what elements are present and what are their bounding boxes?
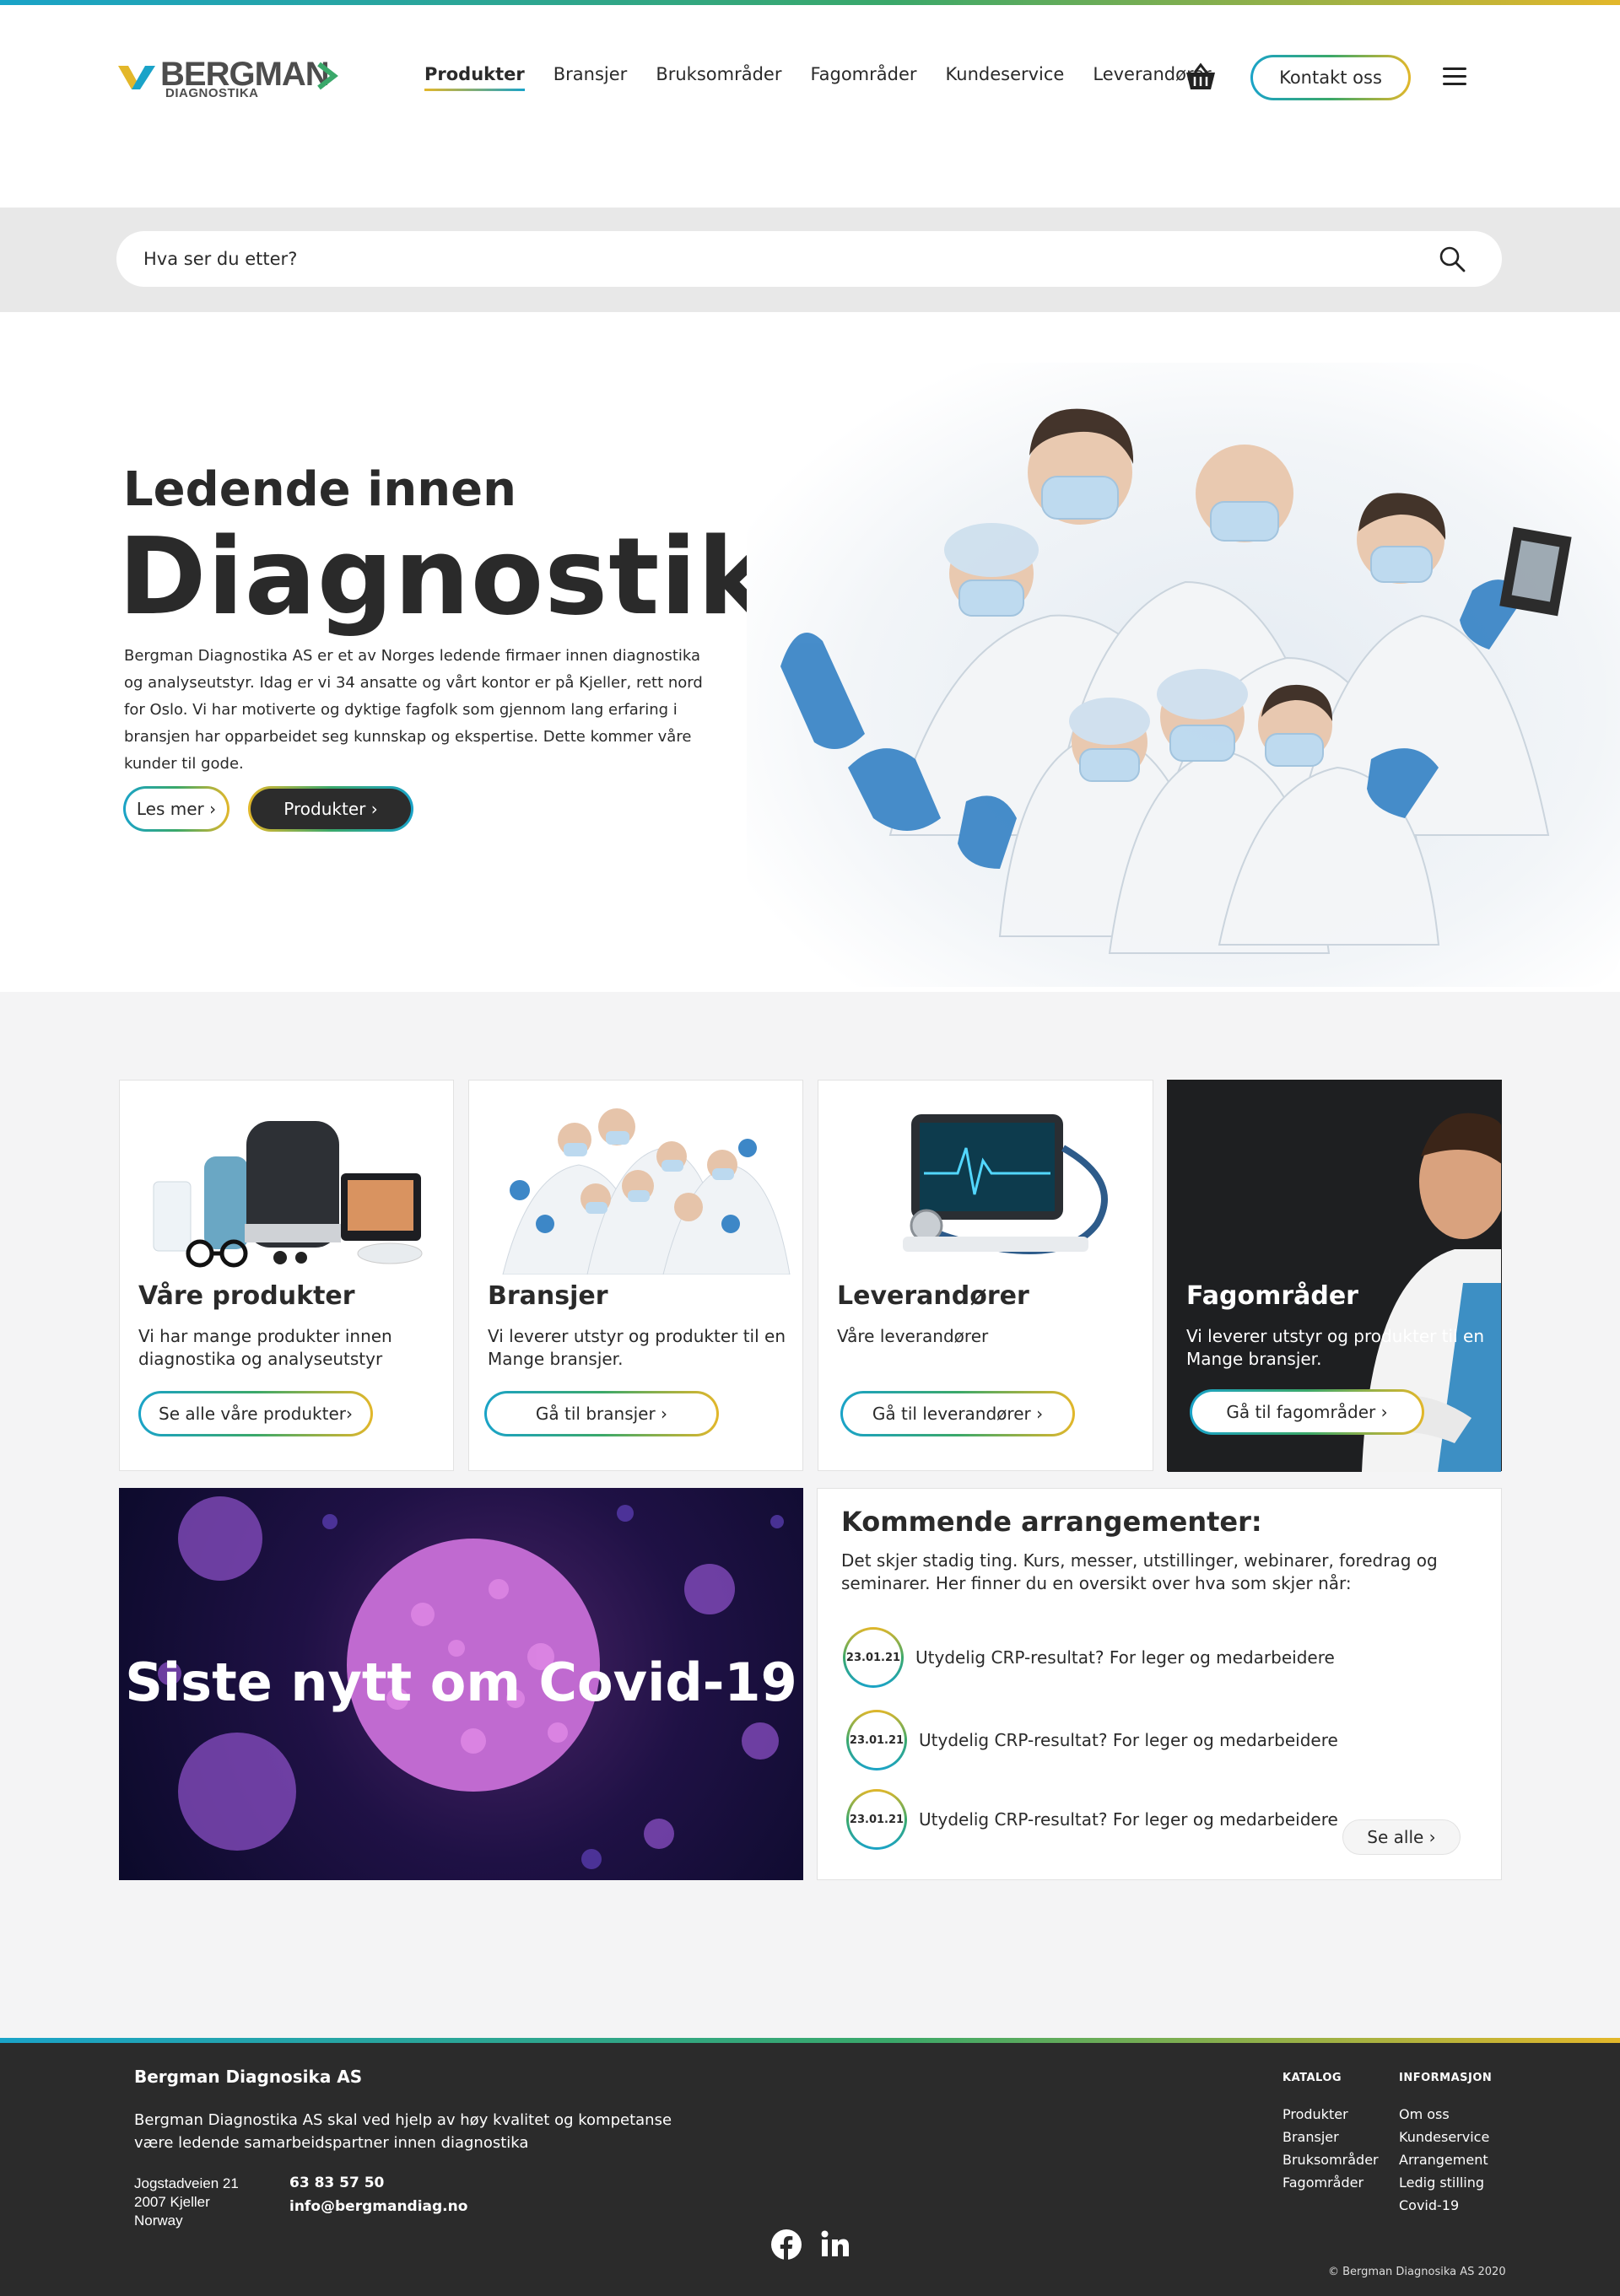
go-to-industries-button[interactable]: Gå til bransjer › <box>484 1391 719 1436</box>
logo-chevron-icon <box>317 62 338 90</box>
footer: Bergman Diagnosika AS Bergman Diagnostik… <box>0 2043 1620 2296</box>
search-icon[interactable] <box>1438 245 1466 273</box>
card-title: Fagområder <box>1186 1281 1358 1311</box>
nav-kundeservice[interactable]: Kundeservice <box>946 64 1065 91</box>
suppliers-tablet-stethoscope-image <box>818 1081 1153 1275</box>
see-all-products-button[interactable]: Se alle våre produkter› <box>138 1391 373 1436</box>
card-text: Våre leverandører <box>837 1326 989 1346</box>
top-accent-line <box>0 0 1620 5</box>
card-title: Leverandører <box>837 1281 1029 1311</box>
contact-button[interactable]: Kontakt oss <box>1250 55 1411 100</box>
event-item[interactable]: 23.01.21 Utydelig CRP-resultat? For lege… <box>846 1787 1338 1851</box>
footer-phone[interactable]: 63 83 57 50 <box>289 2171 467 2195</box>
card-title: Våre produkter <box>138 1281 355 1311</box>
industries-team-image <box>469 1081 802 1275</box>
address-line: Jogstadveien 21 <box>134 2175 239 2191</box>
card-products[interactable]: Våre produkter Vi har mange produkter in… <box>119 1080 454 1471</box>
events-panel: Kommende arrangementer: Det skjer stadig… <box>817 1488 1502 1880</box>
nav-fagomrader[interactable]: Fagområder <box>810 64 916 91</box>
footer-link-kundeservice[interactable]: Kundeservice <box>1399 2126 1492 2148</box>
menu-icon[interactable] <box>1443 67 1466 88</box>
footer-link-arrangement[interactable]: Arrangement <box>1399 2148 1492 2171</box>
event-title: Utydelig CRP-resultat? For leger og meda… <box>919 1730 1338 1750</box>
events-title: Kommende arrangementer: <box>841 1506 1262 1538</box>
hero-text: Bergman Diagnostika AS er et av Norges l… <box>124 647 703 773</box>
card-title: Bransjer <box>488 1281 608 1311</box>
footer-link-bransjer[interactable]: Bransjer <box>1282 2126 1379 2148</box>
nav-produkter[interactable]: Produkter <box>424 64 525 91</box>
event-title: Utydelig CRP-resultat? For leger og meda… <box>915 1647 1335 1668</box>
basket-icon[interactable] <box>1185 62 1217 91</box>
hero-image-medical-team <box>747 363 1620 987</box>
address-line: 2007 Kjeller <box>134 2194 210 2210</box>
footer-info-title: INFORMASJON <box>1399 2072 1493 2084</box>
event-title: Utydelig CRP-resultat? For leger og meda… <box>919 1809 1338 1830</box>
logo-subtext: DIAGNOSTIKA <box>165 86 259 100</box>
hero-title: Diagnostikk <box>118 515 841 639</box>
address-line: Norway <box>134 2212 183 2229</box>
hero-subtitle: Ledende innen <box>123 462 516 517</box>
card-text: Vi leverer utstyr og produkter til en Ma… <box>1186 1326 1484 1369</box>
footer-link-fagomrader[interactable]: Fagområder <box>1282 2171 1379 2194</box>
nav-bruksomrader[interactable]: Bruksområder <box>656 64 781 91</box>
go-to-suppliers-button[interactable]: Gå til leverandører › <box>840 1391 1075 1436</box>
products-devices-image <box>120 1081 453 1275</box>
event-item[interactable]: 23.01.21 Utydelig CRP-resultat? For lege… <box>843 1625 1335 1690</box>
card-industries[interactable]: Bransjer Vi leverer utstyr og produkter … <box>468 1080 803 1471</box>
footer-link-ledig-stilling[interactable]: Ledig stilling <box>1399 2171 1492 2194</box>
copyright: © Bergman Diagnosika AS 2020 <box>1328 2266 1506 2278</box>
covid-title: Siste nytt om Covid-19 <box>125 1652 797 1713</box>
footer-catalog: KATALOG Produkter Bransjer Bruksområder … <box>1282 2072 1379 2194</box>
footer-link-produkter[interactable]: Produkter <box>1282 2103 1379 2126</box>
card-text: Vi leverer utstyr og produkter til en Ma… <box>488 1326 786 1369</box>
footer-catalog-title: KATALOG <box>1282 2072 1342 2084</box>
covid-news-banner[interactable]: Siste nytt om Covid-19 <box>119 1488 803 1880</box>
footer-address: Jogstadveien 21 2007 Kjeller Norway <box>134 2175 239 2230</box>
event-date-badge: 23.01.21 <box>846 1789 907 1850</box>
footer-email[interactable]: info@bergmandiag.no <box>289 2195 467 2218</box>
search-input[interactable] <box>116 231 1502 287</box>
card-text: Vi har mange produkter innen diagnostika… <box>138 1326 392 1369</box>
footer-description: Bergman Diagnostika AS skal ved hjelp av… <box>134 2111 672 2152</box>
go-to-fields-button[interactable]: Gå til fagområder › <box>1190 1389 1424 1435</box>
footer-link-om-oss[interactable]: Om oss <box>1399 2103 1492 2126</box>
logo-mark-icon <box>118 66 155 89</box>
event-date-badge: 23.01.21 <box>843 1627 904 1688</box>
logo[interactable]: BERGMAN DIAGNOSTIKA <box>116 56 344 105</box>
footer-company-name: Bergman Diagnosika AS <box>134 2067 363 2087</box>
footer-link-bruksomrader[interactable]: Bruksområder <box>1282 2148 1379 2171</box>
see-all-events-button[interactable]: Se alle › <box>1342 1819 1461 1855</box>
card-suppliers[interactable]: Leverandører Våre leverandører Gå til le… <box>818 1080 1153 1471</box>
read-more-button[interactable]: Les mer › <box>123 786 230 832</box>
facebook-icon[interactable] <box>770 2229 802 2261</box>
linkedin-icon[interactable] <box>819 2229 851 2261</box>
event-date-badge: 23.01.21 <box>846 1710 907 1771</box>
footer-information: INFORMASJON Om oss Kundeservice Arrangem… <box>1399 2072 1492 2217</box>
footer-link-covid[interactable]: Covid-19 <box>1399 2194 1492 2217</box>
main-nav: Produkter Bransjer Bruksområder Fagområd… <box>424 64 1240 91</box>
products-button[interactable]: Produkter › <box>248 786 413 832</box>
search-band <box>0 208 1620 312</box>
nav-bransjer[interactable]: Bransjer <box>554 64 628 91</box>
events-intro: Det skjer stadig ting. Kurs, messer, uts… <box>841 1550 1438 1593</box>
event-item[interactable]: 23.01.21 Utydelig CRP-resultat? For lege… <box>846 1708 1338 1772</box>
footer-contact: 63 83 57 50 info@bergmandiag.no <box>289 2171 467 2218</box>
card-fields[interactable]: Fagområder Vi leverer utstyr og produkte… <box>1167 1080 1502 1472</box>
